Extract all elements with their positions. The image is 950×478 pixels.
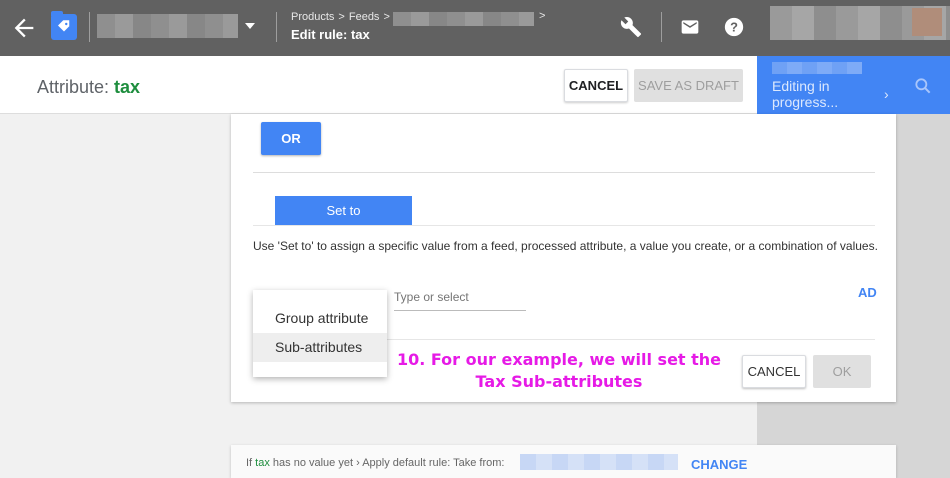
progress-title-redacted (772, 62, 862, 74)
attribute-type-menu: Group attribute Sub-attributes (253, 290, 387, 377)
feed-name-redacted[interactable] (393, 12, 534, 26)
or-button[interactable]: OR (261, 122, 321, 155)
default-rule-prefix: If (246, 457, 256, 469)
divider (253, 172, 875, 173)
menu-item-sub-attributes[interactable]: Sub-attributes (253, 333, 387, 362)
menu-item-group-attribute[interactable]: Group attribute (253, 304, 387, 333)
top-app-bar: Products > Feeds > > Edit rule: tax ? (0, 0, 950, 56)
merchant-logo-icon[interactable] (51, 11, 77, 40)
cancel-button[interactable]: CANCEL (564, 69, 628, 102)
chevron-right-icon[interactable]: › (884, 86, 889, 102)
breadcrumb-separator: > (338, 11, 345, 23)
set-to-help-text: Use 'Set to' to assign a specific value … (253, 239, 878, 253)
progress-status: Editing in progress... (772, 78, 839, 110)
cancel-rule-button[interactable]: CANCEL (742, 355, 806, 388)
divider (89, 12, 90, 42)
svg-text:?: ? (730, 20, 738, 35)
account-name-redacted[interactable] (97, 14, 238, 38)
attribute-heading: Attribute: tax (37, 77, 140, 98)
breadcrumb-products[interactable]: Products (291, 11, 334, 23)
divider (661, 12, 662, 42)
breadcrumb-separator: > (539, 10, 546, 22)
attribute-prefix: Attribute: (37, 77, 115, 97)
breadcrumb-separator: > (383, 11, 390, 23)
value-input[interactable] (394, 284, 526, 310)
divider (276, 12, 277, 42)
wrench-icon[interactable] (620, 16, 642, 38)
change-link[interactable]: CHANGE (691, 457, 747, 472)
default-rule-attr: tax (255, 457, 270, 469)
divider (253, 225, 875, 226)
avatar[interactable] (912, 8, 942, 36)
breadcrumb-feeds[interactable]: Feeds (349, 11, 380, 23)
attribute-name: tax (114, 77, 141, 97)
search-icon[interactable] (913, 76, 933, 96)
back-arrow-icon[interactable] (10, 14, 38, 42)
default-rule-suffix: has no value yet › Apply default rule: T… (269, 457, 505, 469)
tutorial-annotation: 10. For our example, we will set the Tax… (396, 350, 722, 391)
dropdown-caret-icon[interactable] (245, 23, 255, 29)
mail-icon[interactable] (680, 17, 700, 37)
ok-button[interactable]: OK (813, 355, 871, 388)
add-link[interactable]: AD (858, 285, 877, 300)
save-as-draft-button[interactable]: SAVE AS DRAFT (634, 69, 743, 102)
value-input-wrapper (394, 284, 526, 311)
tab-set-to[interactable]: Set to (275, 196, 412, 225)
default-source-redacted (520, 454, 678, 470)
help-icon[interactable]: ? (723, 16, 745, 38)
default-rule-text: If tax has no value yet › Apply default … (246, 457, 504, 469)
breadcrumb: Products > Feeds > (291, 11, 394, 23)
page-title: Edit rule: tax (291, 27, 370, 42)
